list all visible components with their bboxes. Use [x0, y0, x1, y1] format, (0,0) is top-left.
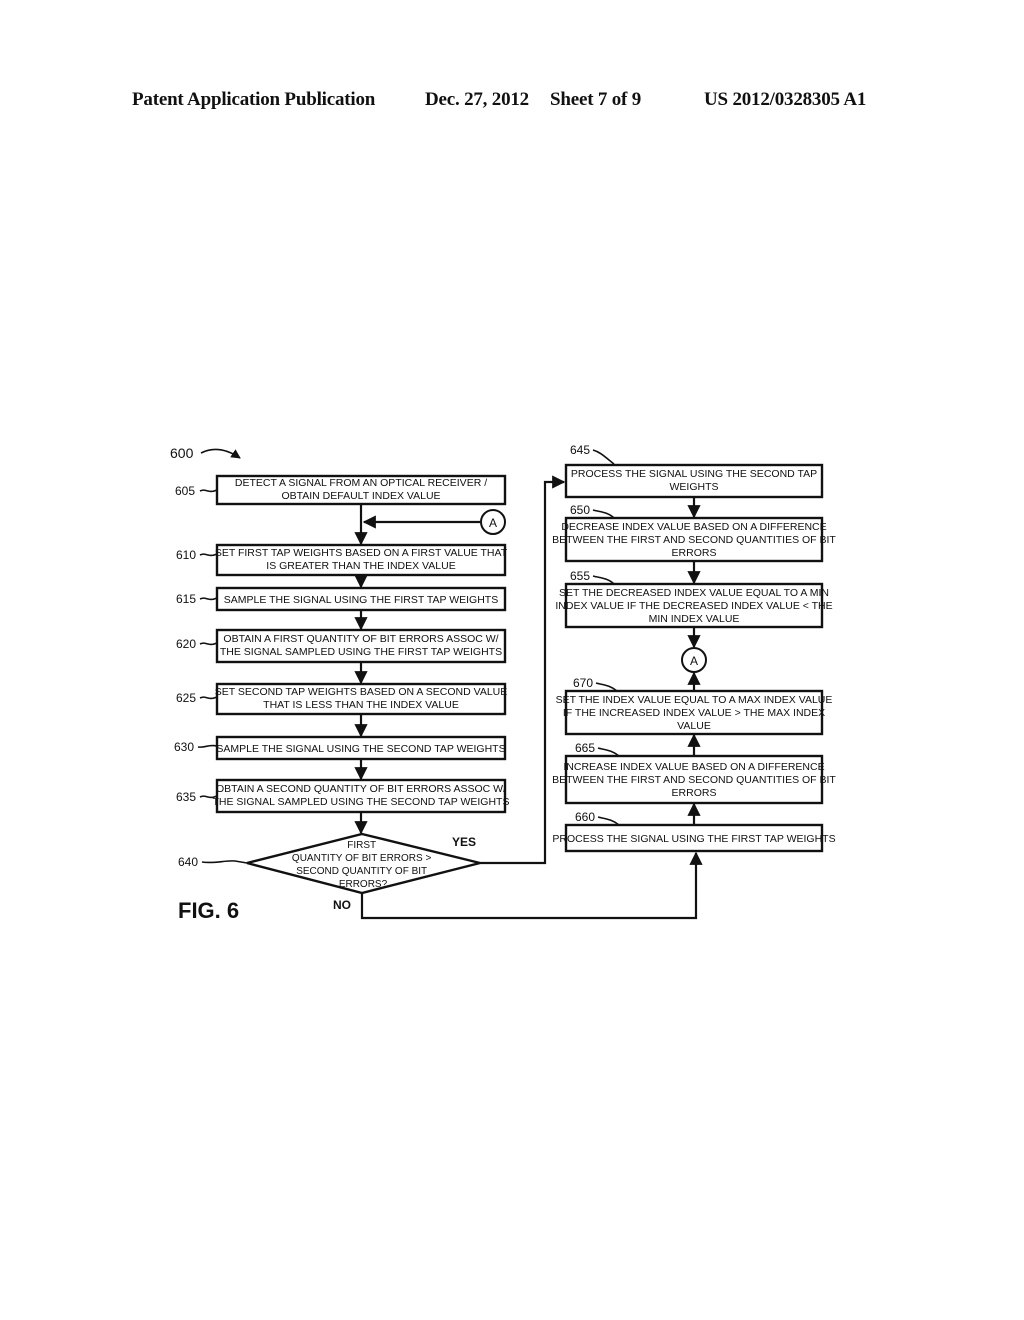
- step-625: SET SECOND TAP WEIGHTS BASED ON A SECOND…: [215, 682, 507, 716]
- svg-text:630: 630: [174, 740, 194, 754]
- step-620: OBTAIN A FIRST QUANTITY OF BIT ERRORS AS…: [215, 628, 507, 664]
- ref-630: 630: [174, 740, 218, 754]
- figure-ref: 600: [170, 445, 194, 461]
- svg-text:PROCESS THE SIGNAL USING THE F: PROCESS THE SIGNAL USING THE FIRST TAP W…: [552, 833, 835, 845]
- step-655: SET THE DECREASED INDEX VALUE EQUAL TO A…: [555, 582, 833, 629]
- svg-text:SAMPLE THE SIGNAL USING THE FI: SAMPLE THE SIGNAL USING THE FIRST TAP WE…: [224, 594, 498, 606]
- ref-660: 660: [575, 810, 620, 826]
- step-645: PROCESS THE SIGNAL USING THE SECOND TAP W…: [564, 463, 824, 499]
- flowchart: 600 DETECT A SIGNAL FROM AN OPTICAL RECE…: [170, 443, 836, 923]
- svg-text:OBTAIN A SECOND QUANTITY OF BI: OBTAIN A SECOND QUANTITY OF BIT ERRORS A…: [213, 783, 510, 808]
- svg-text:605: 605: [175, 484, 195, 498]
- ref-620: 620: [176, 637, 218, 651]
- svg-text:645: 645: [570, 443, 590, 457]
- svg-text:610: 610: [176, 548, 196, 562]
- svg-text:OBTAIN A FIRST QUANTITY OF BIT: OBTAIN A FIRST QUANTITY OF BIT ERRORS AS…: [220, 633, 502, 658]
- svg-text:665: 665: [575, 741, 595, 755]
- ref-670: 670: [573, 676, 618, 692]
- step-605: DETECT A SIGNAL FROM AN OPTICAL RECEIVER…: [215, 474, 507, 506]
- svg-text:650: 650: [570, 503, 590, 517]
- ref-610: 610: [176, 548, 218, 562]
- svg-text:640: 640: [178, 855, 198, 869]
- figure-ref-arrow: [200, 448, 241, 459]
- step-610: SET FIRST TAP WEIGHTS BASED ON A FIRST V…: [215, 543, 508, 577]
- step-630: SAMPLE THE SIGNAL USING THE SECOND TAP W…: [215, 735, 507, 761]
- svg-text:A: A: [690, 654, 698, 668]
- ref-640: 640: [178, 855, 248, 869]
- connector-a-in: A: [480, 509, 506, 535]
- svg-text:655: 655: [570, 569, 590, 583]
- step-660: PROCESS THE SIGNAL USING THE FIRST TAP W…: [552, 823, 836, 853]
- step-635: OBTAIN A SECOND QUANTITY OF BIT ERRORS A…: [213, 778, 510, 814]
- ref-665: 665: [575, 741, 620, 757]
- svg-text:620: 620: [176, 637, 196, 651]
- svg-text:635: 635: [176, 790, 196, 804]
- step-615: SAMPLE THE SIGNAL USING THE FIRST TAP WE…: [215, 586, 507, 612]
- svg-text:660: 660: [575, 810, 595, 824]
- no-label: NO: [333, 898, 351, 912]
- svg-text:A: A: [489, 516, 497, 530]
- ref-655: 655: [570, 569, 615, 585]
- svg-text:670: 670: [573, 676, 593, 690]
- svg-text:625: 625: [176, 691, 196, 705]
- ref-645: 645: [570, 443, 615, 465]
- step-670: SET THE INDEX VALUE EQUAL TO A MAX INDEX…: [556, 689, 832, 736]
- step-650: DECREASE INDEX VALUE BASED ON A DIFFEREN…: [552, 516, 836, 563]
- figure-label: FIG. 6: [178, 898, 239, 923]
- step-665: INCREASE INDEX VALUE BASED ON A DIFFEREN…: [552, 754, 836, 805]
- ref-635: 635: [176, 790, 218, 804]
- ref-650: 650: [570, 503, 615, 519]
- svg-text:SAMPLE THE SIGNAL USING THE SE: SAMPLE THE SIGNAL USING THE SECOND TAP W…: [216, 743, 505, 755]
- yes-label: YES: [452, 835, 476, 849]
- ref-605: 605: [175, 484, 218, 498]
- decision-640: FIRST QUANTITY OF BIT ERRORS > SECOND QU…: [246, 832, 481, 895]
- ref-615: 615: [176, 592, 218, 606]
- svg-text:615: 615: [176, 592, 196, 606]
- ref-625: 625: [176, 691, 218, 705]
- connector-a-out: A: [681, 647, 707, 673]
